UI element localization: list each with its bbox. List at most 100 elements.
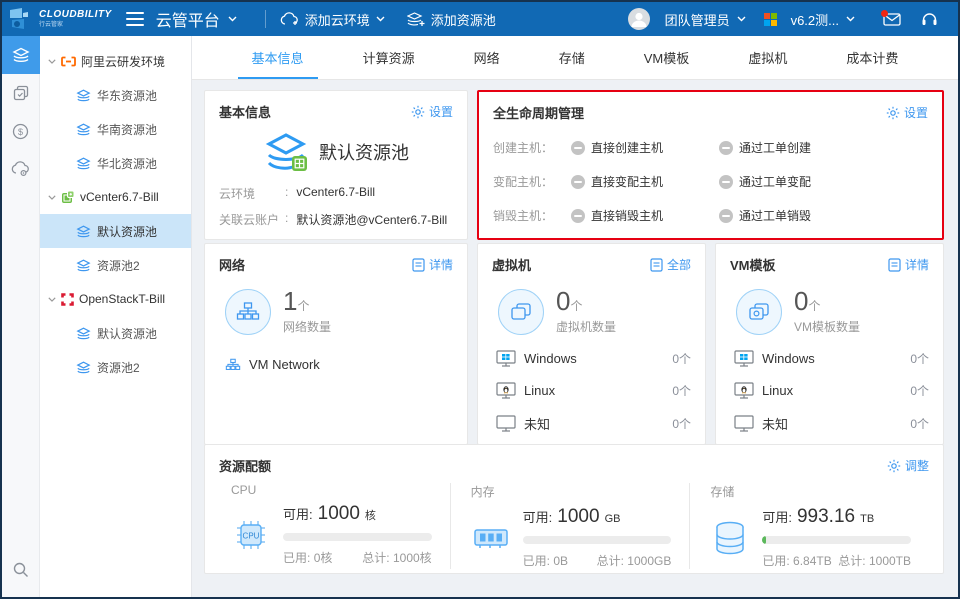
hamburger-menu-icon[interactable]	[126, 12, 144, 26]
dollar-circle-icon: $	[12, 123, 29, 140]
lifecycle-option[interactable]: 通过工单变配	[719, 173, 867, 190]
tab-vm[interactable]: 虚拟机	[742, 36, 793, 79]
lifecycle-option[interactable]: 直接销毁主机	[571, 207, 719, 224]
chevron-down-icon	[228, 16, 237, 22]
tab-basic-info[interactable]: 基本信息	[246, 36, 310, 79]
vmware-icon	[61, 190, 75, 204]
user-menu[interactable]: 团队管理员	[628, 8, 746, 30]
disabled-icon	[719, 175, 733, 189]
info-row: 云环境 : vCenter6.7-Bill	[219, 185, 453, 202]
tree-pool-item-selected[interactable]: 默认资源池	[40, 214, 191, 248]
tab-compute[interactable]: 计算资源	[357, 36, 421, 79]
tree-pool-label: 资源池2	[97, 257, 140, 274]
tree-pool-item[interactable]: 默认资源池	[40, 316, 191, 350]
resource-tree: 阿里云研发环境 华东资源池 华南资源池	[40, 36, 192, 597]
tree-pool-label: 默认资源池	[97, 223, 157, 240]
vm-os-row: Linux 0个	[496, 382, 691, 399]
cloudbility-logo-icon	[8, 7, 34, 31]
lifecycle-option[interactable]: 直接变配主机	[571, 173, 719, 190]
unknown-monitor-icon	[734, 415, 754, 432]
rail-item-images[interactable]	[2, 74, 40, 112]
aliyun-icon	[61, 56, 76, 67]
tree-pool-item[interactable]: 华南资源池	[40, 112, 191, 146]
vm-template-os-row: Windows 0个	[734, 350, 929, 367]
tree-pool-label: 华北资源池	[97, 155, 157, 172]
network-list-item[interactable]: VM Network	[225, 357, 453, 372]
lifecycle-option[interactable]: 直接创建主机	[571, 139, 719, 156]
cloud-plus-icon	[280, 12, 299, 26]
add-cloud-env-button[interactable]: 添加云环境	[280, 10, 385, 29]
network-details-link[interactable]: 详情	[412, 256, 453, 273]
lifecycle-option[interactable]: 通过工单创建	[719, 139, 867, 156]
tree-pool-label: 资源池2	[97, 359, 140, 376]
linux-monitor-icon	[496, 382, 516, 399]
rail-search-button[interactable]	[2, 551, 40, 589]
vm-template-circle-icon	[736, 289, 782, 335]
add-cloud-env-label: 添加云环境	[305, 10, 370, 29]
quota-section-storage: 存储	[689, 483, 929, 569]
vm-template-stat: 0个 VM模板数量	[736, 288, 929, 335]
lifecycle-settings-link[interactable]: 设置	[886, 104, 928, 121]
cpu-total: 1000核	[393, 551, 432, 565]
messages-button[interactable]	[883, 13, 901, 26]
os-label: 未知	[762, 414, 788, 433]
tree-env-aliyun[interactable]: 阿里云研发环境	[40, 44, 191, 78]
tab-storage[interactable]: 存储	[553, 36, 591, 79]
storage-total: 1000TB	[869, 554, 911, 568]
layers-plus-icon	[407, 12, 425, 27]
top-header: CLOUDBILITY 行云管家 云管平台 添加云环境 添加资	[2, 2, 958, 36]
disabled-icon	[719, 141, 733, 155]
lifecycle-row-create: 创建主机： 直接创建主机 通过工单创建	[493, 139, 928, 156]
tree-pool-label: 华南资源池	[97, 121, 157, 138]
tab-cost[interactable]: 成本计费	[840, 36, 904, 79]
cloudbility-logo[interactable]: CLOUDBILITY 行云管家	[8, 7, 112, 31]
tree-env-vcenter[interactable]: vCenter6.7-Bill	[40, 180, 191, 214]
gear-icon	[887, 459, 901, 473]
basic-info-card: 基本信息	[204, 90, 468, 240]
version-switcher[interactable]: v6.2测...	[764, 10, 855, 29]
cpu-icon: CPU	[231, 517, 271, 553]
lifecycle-row-destroy: 销毁主机： 直接销毁主机 通过工单销毁	[493, 207, 928, 224]
vm-template-caption: VM模板数量	[794, 318, 860, 335]
tree-pool-label: 默认资源池	[97, 325, 157, 342]
vm-template-details-link[interactable]: 详情	[888, 256, 929, 273]
rail-item-resource-pools[interactable]	[2, 36, 40, 74]
support-button[interactable]	[921, 11, 938, 27]
rail-item-billing[interactable]: $	[2, 112, 40, 150]
cpu-used: 0核	[314, 551, 333, 565]
pool-layers-icon	[76, 123, 91, 136]
vm-all-link[interactable]: 全部	[650, 256, 691, 273]
memory-used: 0B	[553, 554, 568, 568]
basic-info-title: 基本信息	[219, 102, 271, 121]
chevron-expanded-icon	[48, 59, 56, 64]
add-resource-pool-button[interactable]: 添加资源池	[407, 10, 496, 29]
product-switcher[interactable]: 云管平台	[156, 7, 237, 31]
tab-network[interactable]: 网络	[468, 36, 506, 79]
tree-pool-item[interactable]: 资源池2	[40, 248, 191, 282]
os-count: 0个	[672, 415, 691, 432]
openstack-icon	[61, 293, 74, 306]
tree-pool-item[interactable]: 资源池2	[40, 350, 191, 384]
tab-vm-template[interactable]: VM模板	[638, 36, 696, 79]
copies-icon	[13, 85, 29, 101]
lifecycle-option[interactable]: 通过工单销毁	[719, 207, 867, 224]
notification-badge	[881, 10, 888, 17]
vm-os-row: Windows 0个	[496, 350, 691, 367]
gear-icon	[411, 105, 425, 119]
vm-count: 0	[556, 286, 570, 316]
tree-env-label: OpenStackT-Bill	[79, 292, 165, 306]
tree-env-label: vCenter6.7-Bill	[80, 190, 159, 204]
tree-pool-item[interactable]: 华北资源池	[40, 146, 191, 180]
basic-info-settings-link[interactable]: 设置	[411, 103, 453, 120]
quota-adjust-link[interactable]: 调整	[887, 457, 929, 474]
rail-item-cloud-settings[interactable]	[2, 150, 40, 188]
tree-pool-item[interactable]: 华东资源池	[40, 78, 191, 112]
os-count: 0个	[672, 382, 691, 399]
tree-env-openstack[interactable]: OpenStackT-Bill	[40, 282, 191, 316]
lifecycle-title: 全生命周期管理	[493, 103, 584, 122]
os-label: Windows	[762, 351, 815, 366]
vm-template-title: VM模板	[730, 255, 776, 274]
pool-layers-icon	[76, 89, 91, 102]
brand-subtitle: 行云管家	[39, 22, 112, 28]
vm-template-os-row: 未知 0个	[734, 414, 929, 433]
